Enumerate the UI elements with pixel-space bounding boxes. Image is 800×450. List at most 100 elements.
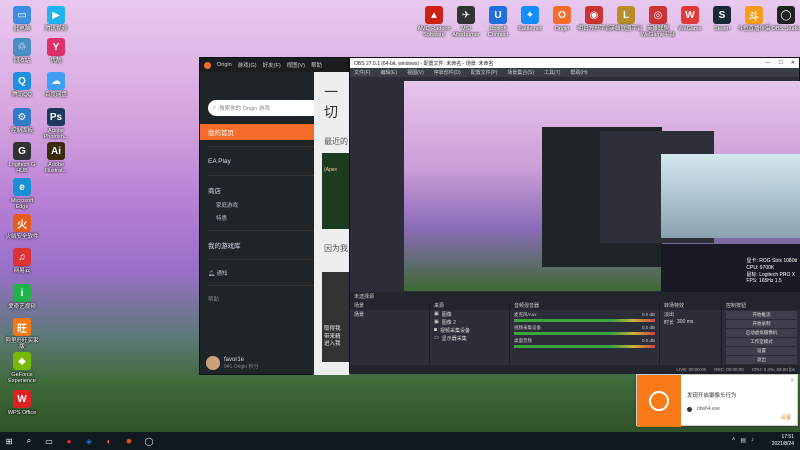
nav-item-label: 我的首页 (208, 130, 234, 137)
maximize-icon[interactable]: ☐ (778, 60, 782, 66)
source-item[interactable]: ▭ 显示器采集 (430, 334, 509, 342)
obs-menu-tools[interactable]: 工具(T) (544, 69, 560, 76)
minimize-icon[interactable]: — (765, 60, 770, 66)
desktop-icon[interactable]: Ai Adobe Illustrat... (38, 142, 74, 174)
controls-dock[interactable]: 控制按钮 开始推流 开始录制 启动虚拟摄像机 工作室模式 设置 退出 (722, 301, 800, 371)
chevron-up-icon[interactable]: ˄ (732, 437, 736, 444)
clock[interactable]: 17:51 2021/8/24 (772, 434, 794, 447)
desktop-icon[interactable]: ♫ 网易云 (4, 248, 40, 274)
desktop-icon-glyph: U (489, 6, 507, 24)
start-recording-button[interactable]: 开始录制 (726, 320, 797, 328)
source-item[interactable]: ▣ 图像 2 (430, 318, 509, 326)
promo-card[interactable]: (Apex (322, 153, 352, 229)
search-placeholder: 搜索你的 Origin 游戏 (219, 106, 270, 112)
desktop-icon[interactable]: ⚙ 控制面板 (4, 108, 40, 134)
desktop-icon[interactable]: 火火绒安全软件 (4, 214, 40, 240)
obs-preview[interactable]: 显卡: ROG Strix 1080ti CPU: 9700K 鼠标: Logi… (404, 81, 800, 302)
desktop-icon[interactable]: Ps Adobe Photosh... (38, 108, 74, 140)
obs-window[interactable]: OBS 27.0.1 (64-bit, windows) - 配置文件: 未命名… (349, 57, 800, 374)
scenes-title: 场景 (350, 301, 429, 310)
sources-dock[interactable]: 来源 ▣ 图像 ▣ 图像 2 ◙ 视频采集设备 ▭ 显示器采集 (430, 301, 510, 371)
stats-text: 显卡: ROG Strix 1080ti CPU: 9700K 鼠标: Logi… (746, 258, 797, 285)
obs-menu-scene-collection[interactable]: 场景集合(S) (507, 69, 534, 76)
desktop-icon[interactable]: W WeGame (672, 6, 708, 32)
obs-menu-docks[interactable]: 停靠部件(D) (434, 69, 461, 76)
volume-meter[interactable] (514, 332, 655, 335)
desktop-icon[interactable]: G Logitech G HUB (4, 142, 40, 174)
source-item[interactable]: ▣ 图像 (430, 310, 509, 318)
obs-menu-edit[interactable]: 编辑(E) (380, 69, 397, 76)
desktop-icon[interactable]: ✈ MSI Afterburner (448, 6, 484, 38)
desktop-icon-glyph: Q (13, 72, 31, 90)
obs-menu-file[interactable]: 文件(F) (354, 69, 370, 76)
scene-item[interactable]: 场景 (350, 310, 429, 318)
exit-button[interactable]: 退出 (726, 356, 797, 364)
desktop-icon[interactable]: ◆ GeForce Experience (4, 352, 40, 384)
origin-menu-friends[interactable]: 好友(F) (263, 61, 281, 69)
camera-notification[interactable]: × 发现开启摄像头行为 obs64.exe 设置 (636, 374, 798, 427)
scenes-dock[interactable]: 场景 场景 (350, 301, 430, 371)
desktop-icon-label: OBS Studio (771, 26, 800, 32)
task-view-icon[interactable]: ▭ (44, 436, 54, 446)
desktop-icon-label: Steam (714, 26, 730, 32)
desktop-icon[interactable]: ▲ AMD Radeon Software (416, 6, 452, 38)
origin-menu-view[interactable]: 视图(V) (287, 61, 305, 69)
close-icon[interactable]: ✕ (791, 60, 795, 66)
volume-meter[interactable] (514, 345, 655, 348)
desktop-icon[interactable]: ✦ Battle.net (512, 6, 548, 32)
desktop-icon[interactable]: e Microsoft Edge (4, 178, 40, 210)
promo-card-2-text: 取得我 带来精 进入我 (324, 326, 341, 348)
desktop-icon[interactable]: U Ubisoft Connect (480, 6, 516, 38)
notification-settings-link[interactable]: 设置 (781, 414, 791, 421)
desktop-icon[interactable]: L 英雄联盟平台 (608, 6, 644, 32)
origin-taskbar-icon[interactable]: ◐ (104, 436, 114, 446)
desktop-icon[interactable]: ◎ 英雄联盟WeGame平台 (640, 6, 676, 38)
desktop-icon[interactable]: ◉ 明日方舟平台 (576, 6, 612, 32)
huorong-icon[interactable]: ✹ (124, 436, 134, 446)
origin-title: Origin (217, 62, 232, 68)
network-icon[interactable]: ▤ (740, 437, 746, 444)
desktop-icon[interactable]: W WPS Office (4, 390, 40, 416)
desktop-icon-glyph: L (617, 6, 635, 24)
promo-card-2[interactable]: 取得我 带来精 进入我 (322, 272, 352, 362)
desktop-icon[interactable]: i 爱奇艺视频 (4, 284, 40, 310)
desktop-icon[interactable]: 斗斗鱼直播伴侣 (736, 6, 772, 32)
desktop-icon[interactable]: Y 优酷 (38, 38, 74, 64)
desktop-icon[interactable]: ▭ 此电脑 (4, 6, 40, 32)
desktop-icon[interactable]: ☁ 百度网盘 (38, 72, 74, 98)
desktop-icon[interactable]: ♲ 回收站 (4, 38, 40, 64)
duration-input[interactable]: 300 ms (677, 319, 693, 325)
netease-music-icon[interactable]: ● (64, 436, 74, 446)
desktop-icon[interactable]: S Steam (704, 6, 740, 32)
source-item[interactable]: ◙ 视频采集设备 (430, 326, 509, 334)
volume-meter[interactable] (514, 319, 655, 322)
obs-menu-profile[interactable]: 配置文件(P) (471, 69, 498, 76)
mixer-dock[interactable]: 音频混音器 麦克风/Aux 0.0 dB 视频采集设备 0.0 dB 桌面音频 … (510, 301, 660, 371)
volume-icon[interactable]: ♪ (751, 437, 754, 444)
promo-text: (Apex (324, 167, 338, 173)
app-icon[interactable]: ◈ (84, 436, 94, 446)
desktop-icon-label: 控制面板 (10, 128, 33, 134)
transitions-dock[interactable]: 转场特效 淡出 时长 300 ms (660, 301, 722, 371)
desktop-icon[interactable]: O Origin (544, 6, 580, 32)
obs-taskbar-icon[interactable]: ◯ (144, 436, 154, 446)
obs-menu-view[interactable]: 视图(V) (407, 69, 424, 76)
desktop-icon[interactable]: Q 腾讯QQ (4, 72, 40, 98)
desktop-icon[interactable]: 旺阿里旺旺买家版 (4, 318, 40, 350)
origin-menu-help[interactable]: 帮助 (311, 61, 322, 69)
notifications-label-wrap: 🔔︎ 通知 (208, 269, 228, 277)
desktop-icon[interactable]: ◯ OBS Studio (768, 6, 800, 32)
obs-menu-help[interactable]: 帮助(H) (570, 69, 587, 76)
desktop-icon-glyph: ☁ (47, 72, 65, 90)
settings-button[interactable]: 设置 (726, 347, 797, 355)
studio-mode-button[interactable]: 工作室模式 (726, 338, 797, 346)
origin-menu-games[interactable]: 游戏(G) (238, 61, 257, 69)
search-icon[interactable]: ⌕ (24, 436, 34, 446)
origin-user[interactable]: favor1e 941 Origin 积分 (206, 356, 258, 370)
start-icon[interactable]: ⊞ (4, 436, 14, 446)
desktop-icon[interactable]: ▶ 腾讯视频 (38, 6, 74, 32)
close-icon[interactable]: × (790, 378, 794, 384)
transition-select[interactable]: 淡出 (660, 310, 721, 318)
start-streaming-button[interactable]: 开始推流 (726, 311, 797, 319)
virtual-camera-button[interactable]: 启动虚拟摄像机 (726, 329, 797, 337)
